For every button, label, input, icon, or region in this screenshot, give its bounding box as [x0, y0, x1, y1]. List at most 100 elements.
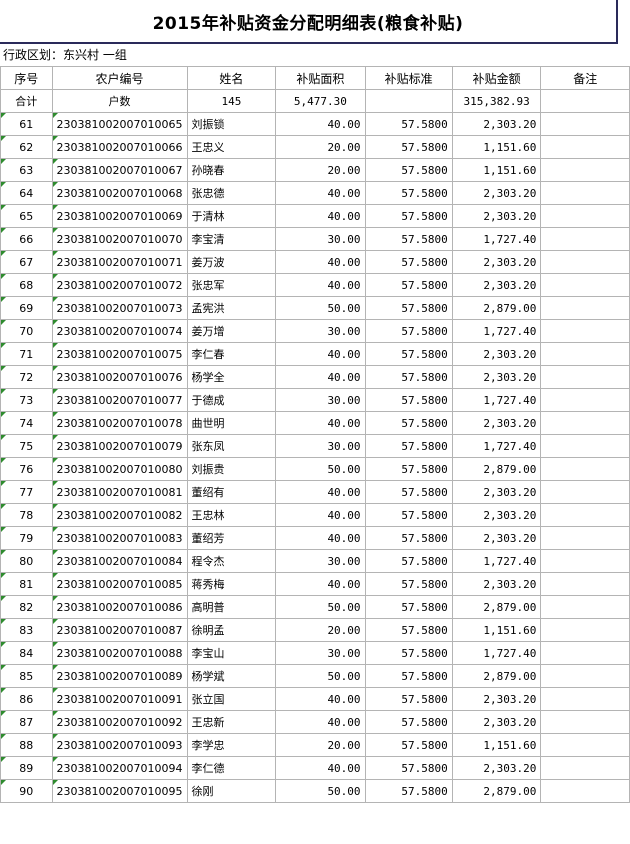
row-note	[540, 733, 630, 757]
row-amount: 2,303.20	[451, 526, 542, 550]
row-standard: 57.5800	[364, 664, 453, 688]
region-label: 行政区划：东兴村 一组	[3, 48, 127, 62]
row-standard: 57.5800	[364, 779, 453, 803]
subsidy-table: 序号 农户编号 姓名 补贴面积 补贴标准 补贴金额 备注 合计 户数 145 5…	[0, 66, 630, 803]
row-seq: 68	[0, 273, 53, 297]
row-seq: 70	[0, 319, 53, 343]
summary-amount: 315,382.93	[451, 89, 542, 113]
row-name: 董绍芳	[186, 526, 277, 550]
table-row: 78 230381002007010082 王忠林 40.00 57.5800 2,303…	[0, 503, 630, 527]
row-household-id: 230381002007010088	[51, 641, 188, 665]
row-standard: 57.5800	[364, 733, 453, 757]
row-note	[540, 480, 630, 504]
table-row: 80 230381002007010084 程令杰 30.00 57.5800 1,727…	[0, 549, 630, 573]
row-standard: 57.5800	[364, 296, 453, 320]
row-standard: 57.5800	[364, 687, 453, 711]
row-amount: 2,303.20	[451, 181, 542, 205]
row-household-id: 230381002007010084	[51, 549, 188, 573]
row-standard: 57.5800	[364, 388, 453, 412]
row-standard: 57.5800	[364, 227, 453, 251]
row-name: 程令杰	[186, 549, 277, 573]
row-name: 张立国	[186, 687, 277, 711]
row-household-id: 230381002007010091	[51, 687, 188, 711]
row-household-id: 230381002007010089	[51, 664, 188, 688]
row-standard: 57.5800	[364, 503, 453, 527]
row-seq: 64	[0, 181, 53, 205]
row-standard: 57.5800	[364, 457, 453, 481]
table-row: 64 230381002007010068 张忠德 40.00 57.5800 2,303…	[0, 181, 630, 205]
row-seq: 83	[0, 618, 53, 642]
row-standard: 57.5800	[364, 319, 453, 343]
row-amount: 1,727.40	[451, 549, 542, 573]
row-amount: 2,303.20	[451, 756, 542, 780]
row-name: 徐明孟	[186, 618, 277, 642]
row-note	[540, 204, 630, 228]
row-seq: 76	[0, 457, 53, 481]
row-name: 徐刚	[186, 779, 277, 803]
row-name: 孟宪洪	[186, 296, 277, 320]
row-standard: 57.5800	[364, 204, 453, 228]
row-standard: 57.5800	[364, 526, 453, 550]
row-amount: 1,727.40	[451, 388, 542, 412]
row-seq: 82	[0, 595, 53, 619]
table-row: 87 230381002007010092 王忠新 40.00 57.5800 2,303…	[0, 710, 630, 734]
row-household-id: 230381002007010093	[51, 733, 188, 757]
row-standard: 57.5800	[364, 480, 453, 504]
row-household-id: 230381002007010087	[51, 618, 188, 642]
row-area: 30.00	[275, 388, 366, 412]
table-row: 72 230381002007010076 杨学全 40.00 57.5800 2,303…	[0, 365, 630, 389]
row-seq: 87	[0, 710, 53, 734]
table-row: 67 230381002007010071 姜万波 40.00 57.5800 2,303…	[0, 250, 630, 274]
row-standard: 57.5800	[364, 641, 453, 665]
row-area: 40.00	[275, 342, 366, 366]
row-household-id: 230381002007010069	[51, 204, 188, 228]
row-standard: 57.5800	[364, 411, 453, 435]
row-name: 张忠军	[186, 273, 277, 297]
summary-count-label: 户数	[51, 89, 188, 113]
row-area: 40.00	[275, 526, 366, 550]
row-note	[540, 135, 630, 159]
row-area: 20.00	[275, 135, 366, 159]
row-standard: 57.5800	[364, 595, 453, 619]
row-area: 40.00	[275, 204, 366, 228]
row-note	[540, 273, 630, 297]
row-note	[540, 641, 630, 665]
row-area: 30.00	[275, 434, 366, 458]
row-note	[540, 687, 630, 711]
row-amount: 2,303.20	[451, 250, 542, 274]
row-name: 姜万增	[186, 319, 277, 343]
row-standard: 57.5800	[364, 710, 453, 734]
row-household-id: 230381002007010079	[51, 434, 188, 458]
row-area: 50.00	[275, 296, 366, 320]
row-note	[540, 618, 630, 642]
row-area: 30.00	[275, 549, 366, 573]
header-row: 序号 农户编号 姓名 补贴面积 补贴标准 补贴金额 备注	[0, 66, 630, 90]
row-area: 30.00	[275, 319, 366, 343]
row-name: 李学忠	[186, 733, 277, 757]
row-area: 40.00	[275, 112, 366, 136]
row-name: 张忠德	[186, 181, 277, 205]
row-note	[540, 296, 630, 320]
row-standard: 57.5800	[364, 181, 453, 205]
row-area: 40.00	[275, 687, 366, 711]
summary-note	[540, 89, 630, 113]
row-amount: 2,879.00	[451, 296, 542, 320]
table-row: 84 230381002007010088 李宝山 30.00 57.5800 1,727…	[0, 641, 630, 665]
table-row: 77 230381002007010081 董绍有 40.00 57.5800 2,303…	[0, 480, 630, 504]
table-row: 88 230381002007010093 李学忠 20.00 57.5800 1,151…	[0, 733, 630, 757]
row-amount: 1,151.60	[451, 618, 542, 642]
row-household-id: 230381002007010092	[51, 710, 188, 734]
row-note	[540, 779, 630, 803]
row-area: 40.00	[275, 411, 366, 435]
row-note	[540, 503, 630, 527]
row-standard: 57.5800	[364, 158, 453, 182]
row-note	[540, 710, 630, 734]
row-name: 王忠义	[186, 135, 277, 159]
row-name: 孙晓春	[186, 158, 277, 182]
row-note	[540, 595, 630, 619]
row-household-id: 230381002007010070	[51, 227, 188, 251]
row-amount: 2,303.20	[451, 342, 542, 366]
table-row: 79 230381002007010083 董绍芳 40.00 57.5800 2,303…	[0, 526, 630, 550]
row-amount: 2,303.20	[451, 411, 542, 435]
row-name: 董绍有	[186, 480, 277, 504]
